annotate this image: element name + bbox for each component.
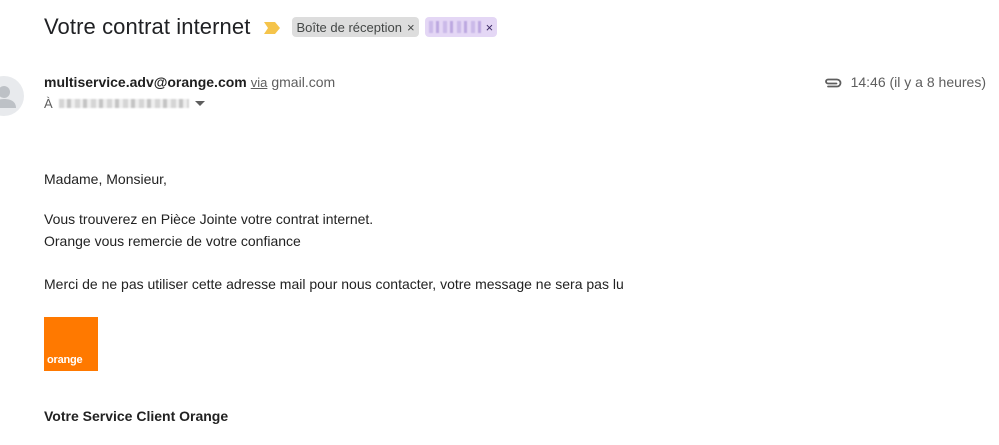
via-domain: gmail.com — [271, 74, 336, 90]
attachment-icon — [824, 78, 841, 88]
body-line-attachment: Vous trouverez en Pièce Jointe votre con… — [44, 211, 374, 227]
body-greeting: Madame, Monsieur, — [44, 171, 167, 187]
email-timestamp: 14:46 (il y a 8 heures) — [850, 74, 986, 90]
sender-email[interactable]: multiservice.adv@orange.com — [44, 74, 247, 90]
via-link[interactable]: via — [251, 75, 268, 90]
body-line-thanks: Orange vous remercie de votre confiance — [44, 233, 301, 249]
email-meta: 14:46 (il y a 8 heures) — [823, 74, 986, 90]
close-icon[interactable]: × — [486, 21, 494, 34]
orange-logo-text: orange — [47, 354, 83, 366]
recipient-line: À — [44, 96, 205, 111]
sender-avatar[interactable] — [0, 76, 24, 116]
signature: Votre Service Client Orange — [44, 408, 229, 424]
email-subject: Votre contrat internet — [44, 14, 251, 39]
subject-row: Votre contrat internet Boîte de réceptio… — [44, 10, 498, 44]
avatar-person-icon — [0, 86, 16, 108]
caret-down-icon[interactable] — [194, 101, 205, 106]
label-chip-custom[interactable]: × — [424, 17, 498, 37]
label-chip-inbox[interactable]: Boîte de réception × — [292, 17, 419, 37]
body-line-noreply: Merci de ne pas utiliser cette adresse m… — [44, 276, 624, 292]
label-chip-inbox-text: Boîte de réception — [296, 19, 402, 35]
orange-logo: orange — [44, 317, 98, 371]
label-chip-custom-text — [428, 21, 481, 33]
importance-marker-icon[interactable] — [264, 22, 281, 34]
close-icon[interactable]: × — [407, 21, 415, 34]
recipient-redacted — [58, 99, 189, 108]
sender-line: multiservice.adv@orange.com via gmail.co… — [44, 74, 335, 90]
recipient-prefix: À — [44, 96, 53, 111]
